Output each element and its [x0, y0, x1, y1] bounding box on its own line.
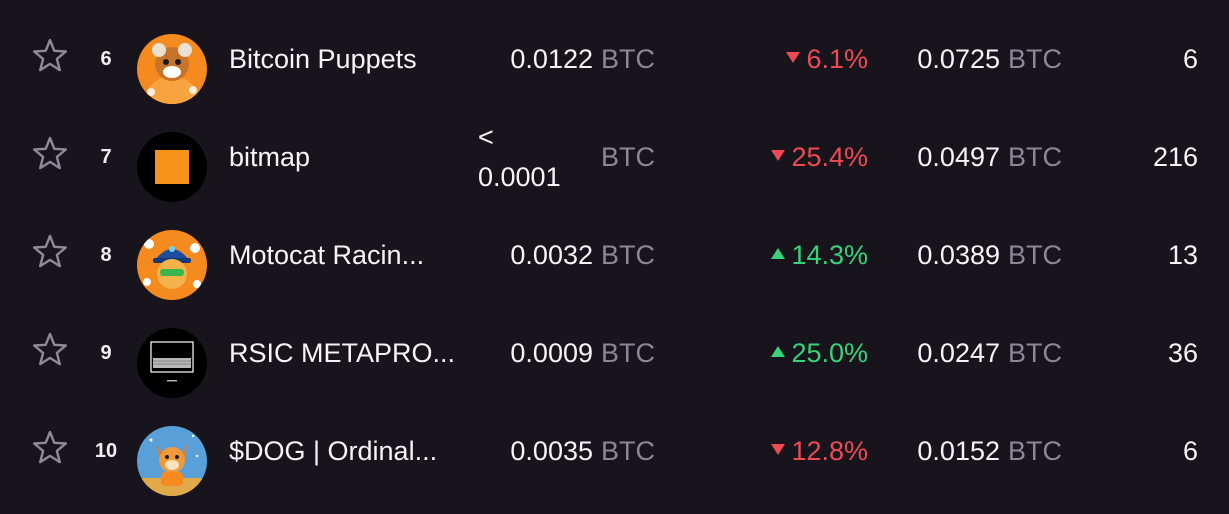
star-icon[interactable]: [30, 134, 70, 174]
floor-unit: BTC: [601, 142, 655, 172]
floor-price: < 0.0001: [478, 110, 561, 204]
dog-logo: [137, 426, 207, 496]
price-change-value: 6.1%: [806, 44, 868, 74]
rsic-logo: [137, 328, 207, 398]
table-row[interactable]: 8 Motocat Racin... 0.0032 BTC 14.3% 0.03…: [0, 206, 1229, 304]
collection-avatar[interactable]: [137, 426, 207, 496]
sales-count: 216: [1152, 142, 1198, 172]
price-change: 6.1%: [786, 10, 868, 108]
floor-prefix: <: [478, 122, 494, 152]
rank: 8: [100, 244, 112, 266]
collection-avatar[interactable]: [137, 230, 207, 300]
triangle-down-icon: [786, 52, 801, 64]
price-change-value: 25.0%: [791, 338, 868, 368]
star-icon[interactable]: [30, 232, 70, 272]
price-change: 12.8%: [771, 402, 868, 500]
collection-name[interactable]: RSIC METAPRO...: [229, 304, 469, 402]
collection-avatar[interactable]: [137, 328, 207, 398]
collection-name[interactable]: $DOG | Ordinal...: [229, 402, 469, 500]
volume: 0.0247: [917, 338, 1000, 368]
volume-unit: BTC: [1008, 338, 1062, 368]
table-row[interactable]: 6 Bitcoin Puppets 0.0122 BTC 6.1% 0.0725…: [0, 10, 1229, 108]
rank: 9: [100, 342, 112, 364]
sales-count: 36: [1167, 338, 1198, 368]
floor-unit: BTC: [601, 338, 655, 368]
collection-name[interactable]: bitmap: [229, 108, 469, 206]
price-change-value: 14.3%: [791, 240, 868, 270]
price-change-value: 25.4%: [791, 142, 868, 172]
triangle-up-icon: [771, 346, 786, 358]
volume: 0.0389: [917, 240, 1000, 270]
floor-price: 0.0032: [510, 240, 593, 270]
table-row[interactable]: 7 bitmap < 0.0001 BTC 25.4% 0.0497 BTC 2…: [0, 108, 1229, 206]
volume-unit: BTC: [1008, 44, 1062, 74]
volume: 0.0497: [917, 142, 1000, 172]
collection-name[interactable]: Bitcoin Puppets: [229, 10, 469, 108]
volume: 0.0725: [917, 44, 1000, 74]
bitcoin-puppets-logo: [137, 34, 207, 104]
collections-table: 6 Bitcoin Puppets 0.0122 BTC 6.1% 0.0725…: [0, 0, 1229, 514]
sales-count: 6: [1182, 44, 1198, 74]
price-change: 14.3%: [771, 206, 868, 304]
floor-price: 0.0009: [510, 338, 593, 368]
star-icon[interactable]: [30, 428, 70, 468]
floor-value: 0.0001: [478, 162, 561, 192]
bitmap-logo: [137, 132, 207, 202]
collection-name[interactable]: Motocat Racin...: [229, 206, 469, 304]
volume: 0.0152: [917, 436, 1000, 466]
price-change: 25.4%: [771, 108, 868, 206]
triangle-up-icon: [771, 248, 786, 260]
motocat-logo: [137, 230, 207, 300]
volume-unit: BTC: [1008, 240, 1062, 270]
sales-count: 13: [1167, 240, 1198, 270]
floor-unit: BTC: [601, 44, 655, 74]
triangle-down-icon: [771, 150, 786, 162]
table-row[interactable]: 10 $DOG | Ordinal... 0.0035 BTC 12.8% 0.…: [0, 402, 1229, 500]
collection-avatar[interactable]: [137, 34, 207, 104]
star-icon[interactable]: [30, 36, 70, 76]
floor-price: 0.0122: [510, 44, 593, 74]
price-change: 25.0%: [771, 304, 868, 402]
floor-unit: BTC: [601, 240, 655, 270]
volume-unit: BTC: [1008, 142, 1062, 172]
triangle-down-icon: [771, 444, 786, 456]
table-row[interactable]: 9 RSIC METAPRO... 0.0009 BTC 25.0% 0.024…: [0, 304, 1229, 402]
sales-count: 6: [1182, 436, 1198, 466]
rank: 7: [100, 146, 112, 168]
price-change-value: 12.8%: [791, 436, 868, 466]
floor-price: 0.0035: [510, 436, 593, 466]
rank: 10: [94, 440, 118, 462]
star-icon[interactable]: [30, 330, 70, 370]
floor-unit: BTC: [601, 436, 655, 466]
volume-unit: BTC: [1008, 436, 1062, 466]
rank: 6: [100, 48, 112, 70]
collection-avatar[interactable]: [137, 132, 207, 202]
